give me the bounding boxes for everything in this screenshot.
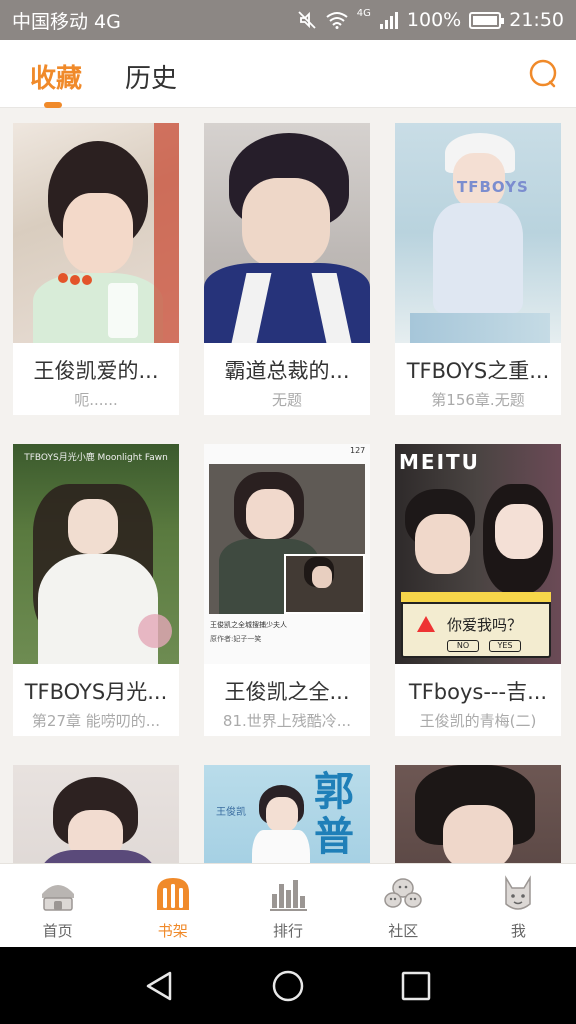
book-card[interactable]: 127 王俊凯之全城搜捕少夫人 原作者:妃子一笑 王俊凯之全... 81.世界上… [204, 444, 370, 736]
nav-bookshelf[interactable]: 书架 [115, 864, 230, 947]
bookshelf-grid: 王俊凯爱的... 呃...... 霸道总裁的... 无题 TFBOYS TFBO… [0, 109, 576, 863]
book-card[interactable]: TFBOYS TFBOYS之重... 第156章.无题 [395, 123, 561, 415]
cover-text: 王俊凯 [216, 807, 246, 818]
book-title: 霸道总裁的... [224, 359, 350, 383]
book-card[interactable]: 郭普 王俊凯 [204, 765, 370, 863]
clock: 21:50 [509, 9, 564, 31]
nav-label: 书架 [157, 922, 188, 940]
community-icon [384, 878, 422, 908]
cover-no: NO [447, 640, 479, 652]
book-cover: TFBOYS月光小鹿 Moonlight Fawn [13, 444, 179, 664]
network-label: 4G [356, 7, 371, 19]
book-card[interactable]: 霸道总裁的... 无题 [204, 123, 370, 415]
battery-icon [469, 11, 505, 29]
bottom-nav: 首页 书架 排行 社区 我 [0, 863, 576, 947]
cover-author: 原作者:妃子一笑 [210, 635, 262, 643]
wifi-icon [326, 12, 348, 29]
book-title: TFBOYS月光... [24, 680, 168, 704]
signal-icon [379, 12, 398, 29]
tab-history[interactable]: 历史 [125, 58, 177, 95]
book-subtitle: 81.世界上残酷冷... [222, 712, 352, 730]
book-title: TFboys---吉... [408, 680, 548, 704]
mute-icon [298, 11, 316, 29]
system-nav-bar [0, 947, 576, 1024]
bookshelf-icon [156, 878, 189, 910]
home-circle-icon[interactable] [271, 969, 305, 1003]
book-subtitle: 王俊凯的青梅(二) [419, 712, 537, 730]
book-subtitle: 呃...... [74, 391, 118, 409]
book-card[interactable] [395, 765, 561, 863]
book-card[interactable]: MEITU 你爱我吗？ NO YES TFboys---吉... 王俊凯的青梅(… [395, 444, 561, 736]
back-icon[interactable] [143, 969, 177, 1003]
search-icon[interactable] [528, 58, 560, 90]
book-cover: 郭普 王俊凯 [204, 765, 370, 863]
book-title: 王俊凯爱的... [33, 359, 159, 383]
ranking-icon [270, 880, 307, 911]
cover-text: TFBOYS月光小鹿 Moonlight Fawn [24, 453, 168, 463]
recents-icon[interactable] [399, 969, 433, 1003]
book-cover [13, 765, 179, 863]
book-subtitle: 第156章.无题 [431, 391, 525, 409]
nav-label: 排行 [273, 922, 304, 940]
active-tab-indicator [44, 102, 62, 108]
home-icon [41, 885, 74, 911]
status-bar: 中国移动 4G 4G 100% 21:50 [0, 0, 576, 40]
book-subtitle: 无题 [271, 391, 302, 409]
nav-community[interactable]: 社区 [346, 864, 461, 947]
nav-ranking[interactable]: 排行 [230, 864, 345, 947]
nav-profile[interactable]: 我 [461, 864, 576, 947]
nav-label: 我 [510, 922, 526, 940]
book-cover [13, 123, 179, 343]
cover-text: MEITU [399, 450, 480, 474]
book-card[interactable]: 王俊凯爱的... 呃...... [13, 123, 179, 415]
book-cover [204, 123, 370, 343]
book-card[interactable] [13, 765, 179, 863]
tab-favorites[interactable]: 收藏 [30, 58, 82, 95]
cover-dialog: 你爱我吗？ [447, 616, 523, 634]
book-cover [395, 765, 561, 863]
book-cover: TFBOYS [395, 123, 561, 343]
cover-text: TFBOYS [457, 178, 529, 196]
nav-label: 首页 [42, 922, 73, 940]
cover-text: 王俊凯之全城搜捕少夫人 [210, 621, 287, 629]
book-title: 王俊凯之全... [224, 680, 350, 704]
carrier-label: 中国移动 4G [12, 10, 121, 33]
header: 收藏 历史 [0, 40, 576, 108]
profile-icon [505, 875, 532, 910]
book-title: TFBOYS之重... [406, 359, 550, 383]
battery-percent: 100% [406, 9, 462, 31]
book-cover: 127 王俊凯之全城搜捕少夫人 原作者:妃子一笑 [204, 444, 370, 664]
cover-yes: YES [489, 640, 521, 652]
nav-label: 社区 [388, 922, 419, 940]
nav-home[interactable]: 首页 [0, 864, 115, 947]
book-cover: MEITU 你爱我吗？ NO YES [395, 444, 561, 664]
book-subtitle: 第27章 能唠叨的... [31, 712, 161, 730]
book-card[interactable]: TFBOYS月光小鹿 Moonlight Fawn TFBOYS月光... 第2… [13, 444, 179, 736]
